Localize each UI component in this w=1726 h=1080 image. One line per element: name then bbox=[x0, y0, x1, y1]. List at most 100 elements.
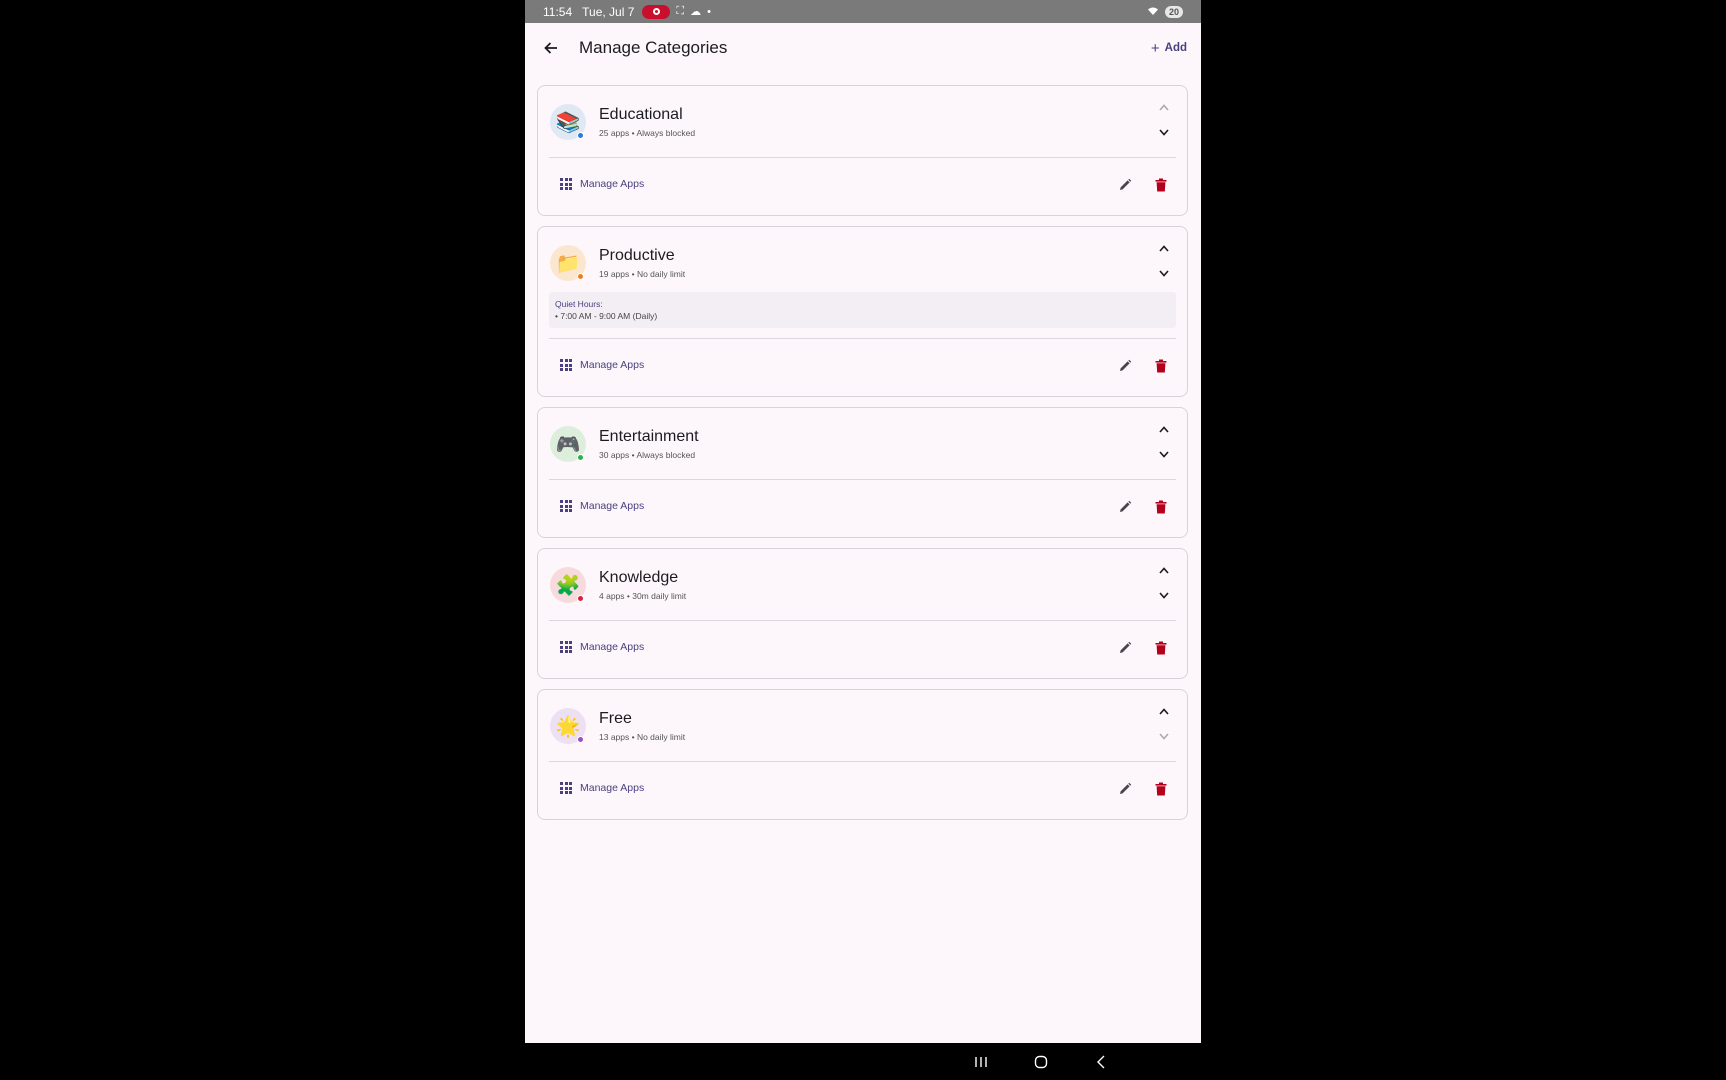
chevron-up-icon bbox=[1159, 707, 1169, 715]
category-card: 🌟 Free 13 apps • No daily limit Manage A… bbox=[537, 689, 1188, 820]
manage-apps-button[interactable]: Manage Apps bbox=[560, 641, 644, 653]
notification-dot-icon: • bbox=[707, 5, 711, 18]
category-header[interactable]: 🎮 Entertainment 30 apps • Always blocked bbox=[538, 408, 1187, 479]
category-avatar: 📚 bbox=[550, 104, 586, 140]
delete-button[interactable] bbox=[1151, 497, 1171, 517]
pencil-icon bbox=[1120, 178, 1132, 190]
chevron-up-icon bbox=[1159, 425, 1169, 433]
move-down-button[interactable] bbox=[1155, 445, 1173, 463]
category-name: Knowledge bbox=[599, 569, 679, 586]
category-name: Educational bbox=[599, 106, 683, 123]
screenshot-icon: ⛶ bbox=[676, 5, 685, 17]
home-button[interactable] bbox=[1011, 1047, 1071, 1077]
category-card: 🧩 Knowledge 4 apps • 30m daily limit Man… bbox=[537, 548, 1188, 679]
manage-apps-label: Manage Apps bbox=[580, 641, 645, 653]
trash-icon bbox=[1155, 641, 1167, 655]
category-actions: Manage Apps bbox=[538, 762, 1187, 819]
move-up-button[interactable] bbox=[1155, 98, 1173, 116]
edit-button[interactable] bbox=[1115, 497, 1135, 517]
manage-apps-label: Manage Apps bbox=[580, 359, 645, 371]
delete-button[interactable] bbox=[1151, 779, 1171, 799]
category-avatar: 🧩 bbox=[550, 567, 586, 603]
category-actions: Manage Apps bbox=[538, 158, 1187, 215]
game-controller-icon: 🎮 bbox=[555, 433, 581, 456]
add-category-button[interactable]: + Add bbox=[1151, 40, 1187, 57]
puzzle-icon: 🧩 bbox=[555, 574, 581, 597]
chevron-down-icon bbox=[1159, 591, 1169, 599]
quiet-hours-label: Quiet Hours: bbox=[555, 299, 603, 309]
add-label: Add bbox=[1164, 42, 1187, 54]
apps-grid-icon bbox=[560, 178, 572, 190]
app-bar: Manage Categories + Add bbox=[525, 23, 1201, 73]
category-name: Productive bbox=[599, 247, 675, 264]
system-nav-bar bbox=[525, 1043, 1201, 1080]
status-dot bbox=[577, 132, 584, 139]
category-subtitle: 4 apps • 30m daily limit bbox=[599, 591, 687, 601]
category-actions: Manage Apps bbox=[538, 621, 1187, 678]
edit-button[interactable] bbox=[1115, 356, 1135, 376]
move-up-button[interactable] bbox=[1155, 702, 1173, 720]
delete-button[interactable] bbox=[1151, 175, 1171, 195]
edit-button[interactable] bbox=[1115, 638, 1135, 658]
arrow-back-icon bbox=[544, 42, 557, 54]
category-name: Free bbox=[599, 710, 632, 727]
category-card: 🎮 Entertainment 30 apps • Always blocked bbox=[537, 407, 1188, 538]
folder-icon: 📁 bbox=[555, 252, 581, 275]
category-avatar: 🎮 bbox=[550, 426, 586, 462]
recent-apps-button[interactable] bbox=[951, 1047, 1011, 1077]
manage-apps-button[interactable]: Manage Apps bbox=[560, 500, 644, 512]
move-up-button[interactable] bbox=[1155, 561, 1173, 579]
system-back-button[interactable] bbox=[1071, 1047, 1131, 1077]
manage-apps-button[interactable]: Manage Apps bbox=[560, 359, 644, 371]
manage-apps-button[interactable]: Manage Apps bbox=[560, 178, 644, 190]
status-bar: 11:54 Tue, Jul 7 ⛶ ☁ • 20 bbox=[525, 0, 1201, 23]
status-time: 11:54 bbox=[543, 4, 573, 19]
wifi-icon bbox=[1147, 5, 1159, 19]
move-down-button[interactable] bbox=[1155, 264, 1173, 282]
cloud-icon: ☁ bbox=[690, 6, 702, 18]
category-header[interactable]: 🧩 Knowledge 4 apps • 30m daily limit bbox=[538, 549, 1187, 620]
chevron-down-icon bbox=[1159, 269, 1169, 277]
category-avatar: 📁 bbox=[550, 245, 586, 281]
manage-apps-label: Manage Apps bbox=[580, 782, 645, 794]
category-card: 📁 Productive 19 apps • No daily limit Qu… bbox=[537, 226, 1188, 397]
status-right: 20 bbox=[1147, 5, 1183, 19]
chevron-left-icon bbox=[1097, 1055, 1105, 1068]
manage-apps-button[interactable]: Manage Apps bbox=[560, 782, 644, 794]
move-down-button[interactable] bbox=[1155, 727, 1173, 745]
category-actions: Manage Apps bbox=[538, 339, 1187, 396]
category-header[interactable]: 📚 Educational 25 apps • Always blocked bbox=[538, 86, 1187, 157]
status-date: Tue, Jul 7 bbox=[582, 4, 635, 19]
apps-grid-icon bbox=[560, 641, 572, 653]
category-avatar: 🌟 bbox=[550, 708, 586, 744]
manage-apps-label: Manage Apps bbox=[580, 500, 645, 512]
screen-record-icon bbox=[642, 4, 671, 19]
category-header[interactable]: 📁 Productive 19 apps • No daily limit bbox=[538, 227, 1187, 298]
apps-grid-icon bbox=[560, 782, 572, 794]
chevron-down-icon bbox=[1159, 128, 1169, 136]
category-name: Entertainment bbox=[599, 428, 699, 445]
delete-button[interactable] bbox=[1151, 638, 1171, 658]
back-button[interactable] bbox=[539, 36, 563, 60]
status-dot bbox=[577, 273, 584, 280]
chevron-up-icon bbox=[1159, 244, 1169, 252]
edit-button[interactable] bbox=[1115, 175, 1135, 195]
move-down-button[interactable] bbox=[1155, 123, 1173, 141]
pencil-icon bbox=[1120, 641, 1132, 653]
status-dot bbox=[577, 454, 584, 461]
category-header[interactable]: 🌟 Free 13 apps • No daily limit bbox=[538, 690, 1187, 761]
recents-icon bbox=[975, 1056, 987, 1067]
manage-apps-label: Manage Apps bbox=[580, 178, 645, 190]
category-subtitle: 13 apps • No daily limit bbox=[599, 732, 686, 742]
move-up-button[interactable] bbox=[1155, 239, 1173, 257]
delete-button[interactable] bbox=[1151, 356, 1171, 376]
chevron-up-icon bbox=[1159, 566, 1169, 574]
move-down-button[interactable] bbox=[1155, 586, 1173, 604]
move-up-button[interactable] bbox=[1155, 420, 1173, 438]
battery-icon: 20 bbox=[1164, 5, 1183, 18]
plus-icon: + bbox=[1150, 39, 1160, 57]
edit-button[interactable] bbox=[1115, 779, 1135, 799]
books-icon: 📚 bbox=[555, 111, 581, 134]
category-card: 📚 Educational 25 apps • Always blocked M… bbox=[537, 85, 1188, 216]
apps-grid-icon bbox=[560, 359, 572, 371]
